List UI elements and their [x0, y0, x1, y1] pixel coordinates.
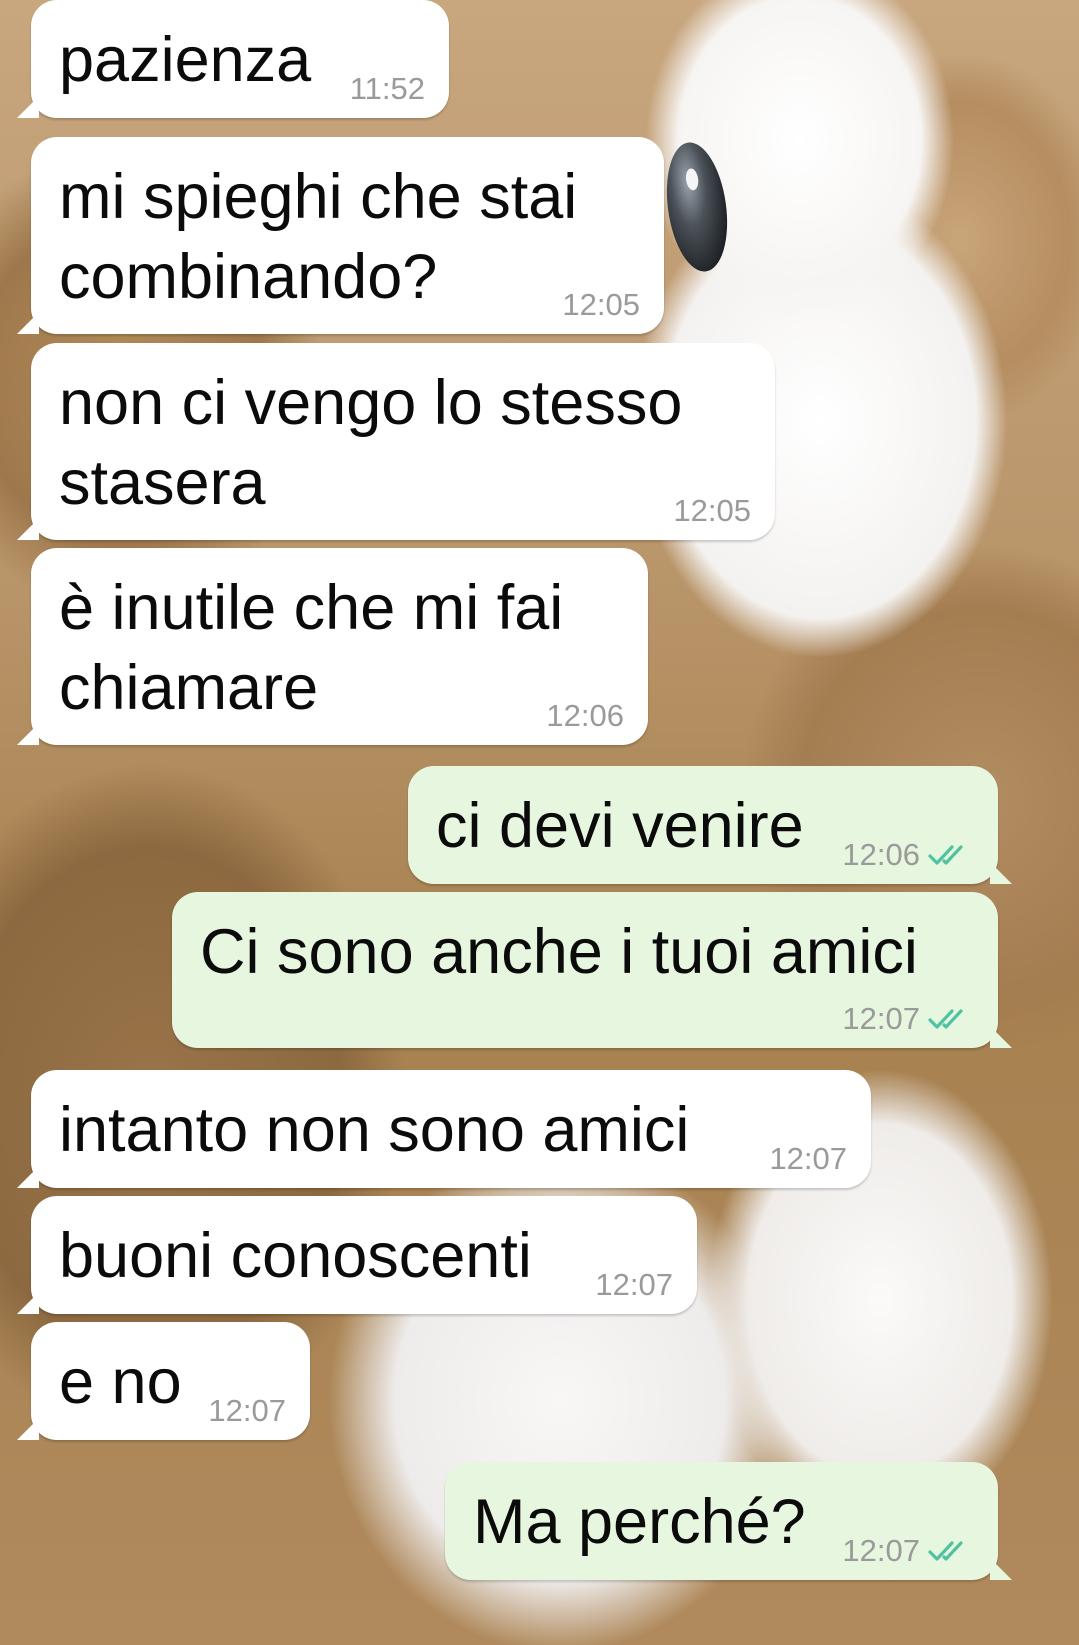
message-text: mi spieghi che stai combinando?	[59, 162, 578, 312]
incoming-message[interactable]: intanto non sono amici 12:07	[17, 1070, 871, 1188]
double-check-icon	[928, 1541, 963, 1561]
double-check-icon	[928, 1009, 963, 1029]
outgoing-message[interactable]: ci devi venire 12:06	[408, 766, 1012, 884]
incoming-message[interactable]: è inutile che mi fai chiamare 12:06	[17, 548, 648, 745]
message-time: 12:07	[208, 1393, 286, 1428]
message-time: 12:06	[546, 698, 624, 733]
message-time: 12:07	[769, 1141, 847, 1176]
message-text: buoni conoscenti	[59, 1221, 532, 1291]
message-time: 12:05	[562, 287, 640, 322]
message-text: Ci sono anche i tuoi amici	[200, 917, 918, 987]
message-time: 12:07	[842, 1533, 920, 1568]
message-text: è inutile che mi fai chiamare	[59, 573, 564, 723]
outgoing-message[interactable]: Ci sono anche i tuoi amici 12:07	[172, 892, 1012, 1048]
message-text: intanto non sono amici	[59, 1095, 690, 1165]
message-time: 12:07	[595, 1267, 673, 1302]
incoming-message[interactable]: pazienza 11:52	[17, 0, 449, 118]
message-time: 12:07	[842, 1001, 920, 1036]
message-text: non ci vengo lo stesso stasera	[59, 368, 683, 518]
incoming-message[interactable]: e no 12:07	[17, 1322, 310, 1440]
double-check-icon	[928, 845, 963, 865]
message-list[interactable]: pazienza 11:52 mi spieghi che stai combi…	[0, 0, 1079, 1645]
outgoing-message[interactable]: Ma perché? 12:07	[445, 1462, 1012, 1580]
incoming-message[interactable]: non ci vengo lo stesso stasera 12:05	[17, 343, 775, 540]
incoming-message[interactable]: mi spieghi che stai combinando? 12:05	[17, 137, 664, 334]
message-time: 11:52	[349, 71, 425, 106]
message-time: 12:06	[842, 837, 920, 872]
incoming-message[interactable]: buoni conoscenti 12:07	[17, 1196, 697, 1314]
message-time: 12:05	[673, 493, 751, 528]
